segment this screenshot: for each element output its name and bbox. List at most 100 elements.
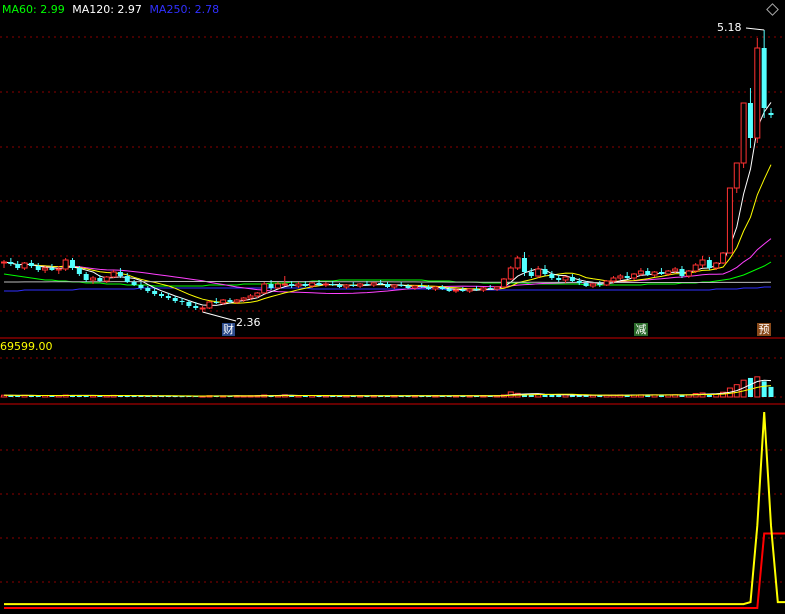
marker-cai[interactable]: 财 [222, 323, 235, 336]
candle-body-up [261, 283, 268, 294]
candle-body-down [302, 284, 308, 286]
marker-yu[interactable]: 预 [757, 323, 771, 336]
legend-ma250: MA250: 2.78 [149, 3, 220, 16]
candle-body-up [254, 292, 261, 297]
high-price-pointer [745, 27, 765, 31]
candle-body-down [439, 287, 445, 289]
legend-ma60: MA60: 2.99 [2, 3, 65, 16]
candle-body-down [227, 300, 233, 302]
candle-body-up [281, 283, 288, 286]
candle-body-up [720, 252, 727, 264]
volume-bar-down [747, 377, 753, 397]
candle-body-up [110, 271, 117, 278]
candle-body-up [726, 187, 733, 254]
candle-body-up [247, 295, 254, 299]
candle-body-down [542, 269, 548, 274]
candle-body-down [131, 282, 137, 285]
candle-body-up [206, 301, 213, 309]
candle-body-down [337, 285, 343, 287]
candle-body-up [357, 283, 364, 287]
candle-body-up [685, 270, 692, 277]
candle-body-down [49, 268, 55, 270]
candle-body-down [186, 302, 192, 306]
candle-body-down [145, 288, 151, 291]
candle-body-up [617, 275, 624, 279]
candle-body-down [289, 284, 295, 286]
candle-body-down [419, 286, 425, 287]
candle-body-up [754, 47, 761, 139]
candle-body-up [240, 297, 247, 301]
candle-body-down [569, 277, 575, 281]
candle-body-up [90, 277, 97, 281]
candle-body-down [549, 274, 555, 278]
candle-body-up [220, 299, 227, 304]
candle-body-down [152, 291, 158, 294]
candle-body-down [83, 274, 89, 280]
candle-body-down [658, 272, 664, 274]
candle-body-down [556, 278, 562, 280]
candle-body-down [35, 266, 41, 270]
candle-body-down [460, 290, 466, 291]
candle-body-down [28, 263, 34, 266]
candle-body-down [364, 284, 370, 285]
candle-body-up [322, 283, 329, 286]
candle-body-down [15, 264, 21, 268]
candle-body-up [199, 307, 206, 310]
candle-body-up [637, 270, 644, 275]
candle-body-up [432, 286, 439, 290]
volume-bar-down [549, 394, 555, 397]
candle-body-up [500, 278, 507, 288]
candle-body-down [138, 285, 144, 288]
indicator-yellow-line [4, 411, 785, 606]
marker-jian[interactable]: 减 [634, 323, 648, 336]
low-price-label: 2.36 [236, 316, 261, 329]
candle-body-up [651, 271, 658, 276]
candle-body-down [97, 278, 103, 281]
candle-body-up [466, 288, 473, 292]
candle-body-up [589, 283, 596, 287]
candle-body-down [330, 284, 336, 285]
candle-body-up [55, 268, 62, 271]
candle-body-down [624, 276, 630, 278]
candle-body-down [645, 271, 651, 275]
stock-chart [0, 27, 785, 609]
legend: MA60: 2.99 MA120: 2.97 MA250: 2.78 [2, 3, 219, 16]
high-price-label: 5.18 [717, 21, 742, 34]
candle-body-down [193, 306, 199, 308]
candle-body-up [480, 287, 487, 291]
candle-body-up [21, 262, 28, 269]
candle-body-down [8, 262, 14, 264]
candle-body-down [487, 288, 493, 289]
candle-body-up [603, 280, 610, 286]
volume-max-label: 69599.00 [0, 340, 53, 353]
low-price-pointer [202, 311, 237, 322]
candle-body-down [268, 284, 274, 288]
candle-body-up [665, 270, 672, 275]
candle-body-down [165, 296, 171, 298]
candle-body-down [76, 268, 82, 274]
candle-body-up [713, 262, 720, 269]
candle-body-up [62, 259, 69, 270]
candle-body-down [747, 103, 753, 138]
candle-body-up [1, 261, 7, 264]
candle-body-down [316, 283, 322, 285]
candle-body-up [452, 289, 459, 292]
volume-ma5-line [3, 379, 772, 397]
candle-body-down [378, 283, 384, 284]
candle-body-down [679, 269, 685, 276]
candle-body-up [370, 282, 377, 286]
candle-body-down [761, 48, 767, 108]
legend-ma120: MA120: 2.97 [72, 3, 142, 16]
candle-body-down [474, 289, 480, 290]
candle-body-down [124, 276, 130, 282]
candle-body-down [179, 301, 185, 302]
candle-body-up [343, 284, 350, 288]
candle-body-down [398, 285, 404, 286]
indicator-red-line [4, 532, 785, 609]
candle-body-down [117, 272, 123, 276]
candle-body-down [521, 258, 527, 272]
candle-body-up [562, 276, 569, 281]
candle-body-up [391, 284, 398, 288]
candle-body-down [405, 286, 411, 288]
candle-body-up [699, 259, 706, 266]
